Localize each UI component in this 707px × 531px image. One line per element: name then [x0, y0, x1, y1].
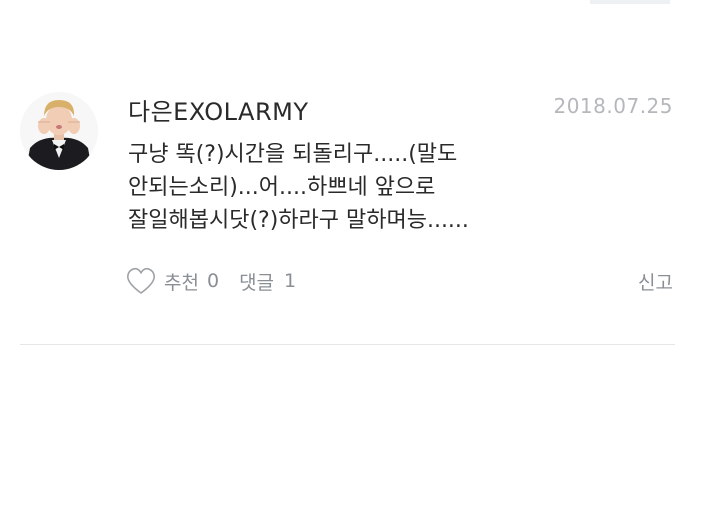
avatar-photo: [20, 92, 98, 170]
heart-outline-icon[interactable]: [126, 267, 156, 295]
reply-count: 1: [284, 270, 297, 292]
page: 다은EXOLARMY 2018.07.25 구냥 똑(?)시간을 되돌리구...…: [0, 0, 707, 531]
comment-actions: 추천 0 댓글 1: [126, 264, 296, 298]
reply-label[interactable]: 댓글: [239, 268, 274, 295]
divider: [20, 344, 675, 345]
report-button[interactable]: 신고: [638, 268, 673, 295]
like-count: 0: [206, 270, 220, 292]
avatar[interactable]: [20, 92, 98, 170]
top-edge-bar: [590, 0, 670, 4]
comment-text: 구냥 똑(?)시간을 되돌리구.....(말도 안되는소리)...어....하쁘…: [128, 142, 469, 233]
username[interactable]: 다은EXOLARMY: [128, 92, 309, 127]
like-label[interactable]: 추천: [164, 268, 199, 295]
comment-date: 2018.07.25: [553, 94, 673, 118]
